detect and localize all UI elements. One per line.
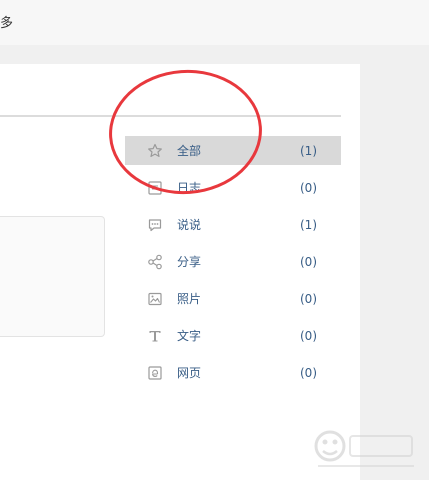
filter-item-text[interactable]: 文字 (0) [125,321,341,350]
filter-item-status[interactable]: 说说 (1) [125,210,341,239]
filter-count: (1) [300,218,317,232]
star-icon [148,143,162,157]
share-icon [148,254,162,270]
more-menu-label[interactable]: 多 [0,12,13,31]
filter-count: (0) [300,366,317,380]
photo-icon [148,292,162,306]
divider [0,115,341,117]
journal-icon [148,181,162,195]
filter-count: (0) [300,292,317,306]
filter-count: (0) [300,181,317,195]
filter-label: 日志 [177,181,202,195]
content-panel: 全部 (1) 日志 (0) 说说 (1) 分享 (0) 照片 (0) 文字 (0… [0,64,360,480]
content-card [0,216,105,337]
text-icon [149,331,161,342]
filter-count: (1) [300,144,317,158]
filter-item-share[interactable]: 分享 (0) [125,247,341,276]
filter-label: 照片 [177,292,202,306]
filter-item-webpage[interactable]: 网页 (0) [125,358,341,387]
watermark-logo [314,430,414,467]
filter-count: (0) [300,329,317,343]
speech-bubble-icon [148,219,162,232]
filter-label: 分享 [177,255,202,269]
filter-label: 全部 [177,144,202,158]
filter-label: 网页 [177,366,202,380]
filter-label: 文字 [177,329,202,343]
filter-list: 全部 (1) 日志 (0) 说说 (1) 分享 (0) 照片 (0) 文字 (0… [125,136,341,395]
webpage-icon [148,366,162,380]
top-bar: 多 [0,0,429,45]
filter-item-all[interactable]: 全部 (1) [125,136,341,165]
filter-item-journal[interactable]: 日志 (0) [125,173,341,202]
filter-count: (0) [300,255,317,269]
filter-label: 说说 [177,218,202,232]
filter-item-photo[interactable]: 照片 (0) [125,284,341,313]
